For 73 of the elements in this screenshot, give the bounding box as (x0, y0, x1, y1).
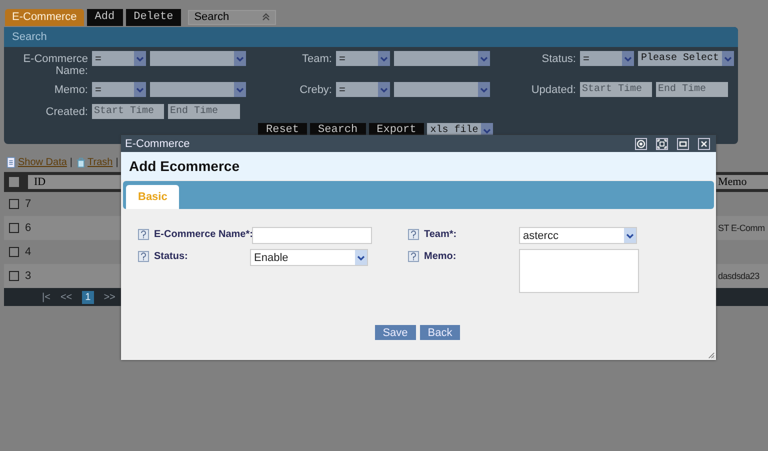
caret-icon (134, 82, 146, 97)
next-page-link[interactable]: >> (104, 292, 116, 302)
caret-icon (355, 250, 367, 265)
separator-text: | (70, 156, 73, 168)
help-icon[interactable] (408, 229, 419, 240)
caret-icon (478, 51, 490, 66)
close-icon[interactable] (698, 138, 710, 150)
caret-icon (622, 51, 634, 66)
caret-icon (378, 82, 390, 97)
field-label: Team: (301, 52, 332, 65)
operator-select[interactable]: = (580, 51, 634, 66)
field-label: Creby: (298, 83, 332, 96)
row-checkbox[interactable] (9, 199, 19, 209)
first-page-link[interactable]: |< (42, 292, 50, 302)
row-checkbox[interactable] (9, 247, 19, 257)
caret-icon (478, 82, 490, 97)
select-field[interactable]: Enable (250, 249, 368, 266)
field-label: Memo: (53, 83, 88, 96)
double-caret-icon (262, 13, 270, 21)
help-icon[interactable] (138, 251, 149, 262)
caret-icon (624, 228, 636, 243)
select-field[interactable]: astercc (519, 227, 637, 244)
row-checkbox[interactable] (9, 223, 19, 233)
page-link[interactable]: 1 (82, 290, 94, 304)
caret-icon (722, 51, 734, 66)
start-time-field[interactable]: Start Time (92, 104, 164, 119)
maximize-icon[interactable] (656, 138, 668, 150)
field-label: Created: (44, 105, 88, 118)
resize-grip-icon[interactable] (708, 352, 715, 359)
field-label: E-Commerce Name*: (154, 228, 250, 240)
column-header[interactable]: Memo (716, 175, 768, 189)
operator-select[interactable]: = (336, 51, 390, 66)
table-cell-text: dasdsda23 (718, 271, 760, 281)
caret-icon (134, 51, 146, 66)
dialog-button[interactable]: Back (420, 325, 460, 340)
search-toggle[interactable]: Search (188, 10, 276, 24)
field-label: Updated: (530, 83, 576, 96)
table-cell-text: 4 (25, 246, 32, 258)
field-label: Status: (540, 52, 576, 65)
table-cell-text: 3 (25, 270, 32, 282)
field-label: E-Commerce Name: (22, 52, 88, 77)
toolbar-tab[interactable]: Add (86, 8, 123, 26)
table-cell-text: 7 (25, 198, 32, 210)
row-checkbox[interactable] (9, 271, 19, 281)
field-label: Team*: (424, 228, 458, 240)
operator-select[interactable]: = (92, 82, 146, 97)
start-time-field[interactable]: Start Time (580, 82, 652, 97)
text-field[interactable] (252, 227, 372, 244)
minimize-icon[interactable] (677, 138, 689, 150)
help-icon[interactable] (408, 251, 419, 262)
toolbar-tab[interactable]: Delete (126, 8, 182, 26)
table-cell-text: 6 (25, 222, 32, 234)
dialog-title: E-Commerce (125, 138, 190, 150)
caret-icon (234, 51, 246, 66)
previous-page-link[interactable]: << (60, 292, 72, 302)
dialog-heading: Add Ecommerce (129, 158, 240, 174)
field-label: Memo: (424, 250, 458, 262)
operator-select[interactable]: = (92, 51, 146, 66)
caret-icon (378, 51, 390, 66)
select-all-checkbox[interactable] (9, 177, 19, 187)
field-label: Status: (154, 250, 189, 262)
value-select[interactable]: Please Select (638, 51, 734, 66)
document-icon (6, 156, 16, 168)
operator-select[interactable]: = (336, 82, 390, 97)
table-cell-text: ST E-Comm (718, 223, 766, 233)
help-icon[interactable] (138, 229, 149, 240)
separator-text: | (116, 156, 118, 168)
caret-icon (234, 82, 246, 97)
end-time-field[interactable]: End Time (168, 104, 240, 119)
end-time-field[interactable]: End Time (656, 82, 728, 97)
search-panel-header: Search (4, 27, 738, 47)
dialog-button[interactable]: Save (374, 325, 416, 340)
trash-icon (76, 156, 86, 168)
